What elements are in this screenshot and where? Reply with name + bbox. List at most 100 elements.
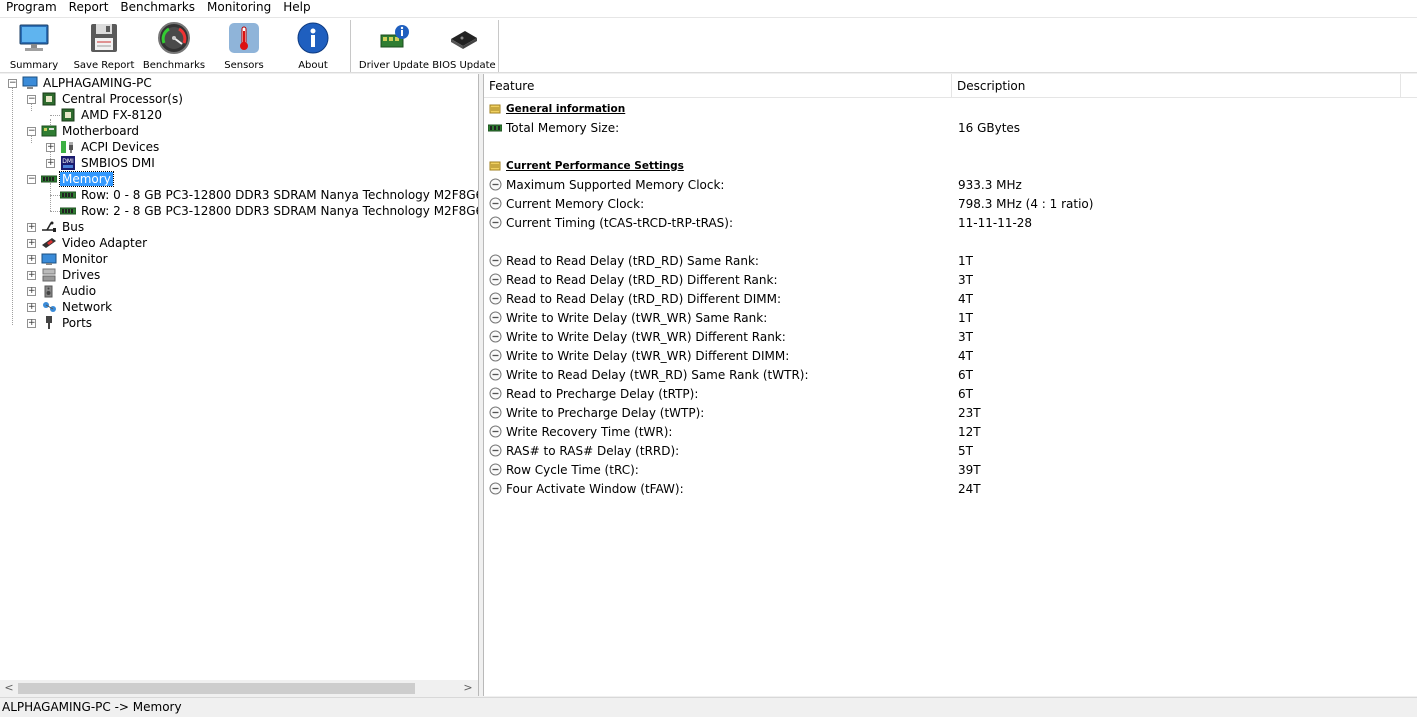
expand-toggle[interactable]: − [27,127,36,136]
list-item[interactable]: Read to Read Delay (tRD_RD) Different Ra… [484,270,1417,289]
tree-item-drives[interactable]: Drives [41,267,102,283]
monitor-icon [17,21,51,55]
summary-button[interactable]: Summary [8,21,60,73]
feature-label: RAS# to RAS# Delay (tRRD): [506,443,680,458]
description-cell: 4T [958,291,973,306]
feature-cell: Total Memory Size: [488,121,619,135]
list-item[interactable]: Write to Read Delay (tWR_RD) Same Rank (… [484,365,1417,384]
tree-item-acpi[interactable]: ACPI Devices [60,139,161,155]
menu-help[interactable]: Help [277,0,316,17]
expand-toggle[interactable]: + [27,223,36,232]
graphics-card-icon [41,236,57,250]
expand-toggle[interactable]: + [46,159,55,168]
column-header-description[interactable]: Description [952,74,1401,98]
list-item[interactable]: Write to Precharge Delay (tWTP): 23T [484,403,1417,422]
menu-program[interactable]: Program [0,0,63,17]
list-item[interactable]: RAS# to RAS# Delay (tRRD): 5T [484,441,1417,460]
feature-cell: Current Timing (tCAS-tRCD-tRP-tRAS): [488,216,733,230]
tree-item-root[interactable]: ALPHAGAMING-PC [22,75,154,91]
minus-circle-icon [488,178,502,192]
expand-toggle[interactable]: + [46,143,55,152]
description-cell: 1T [958,253,973,268]
list-section-header[interactable]: General information [484,99,1417,118]
driver-update-button[interactable]: Driver Update [359,21,429,73]
expand-toggle[interactable]: + [27,239,36,248]
feature-cell: Current Performance Settings [488,159,684,173]
list-item[interactable]: Write to Write Delay (tWR_WR) Different … [484,327,1417,346]
expand-toggle[interactable]: − [27,95,36,104]
tree-item-memory-row-2[interactable]: Row: 2 - 8 GB PC3-12800 DDR3 SDRAM Nanya… [60,203,478,219]
tree-item-memory-row-0[interactable]: Row: 0 - 8 GB PC3-12800 DDR3 SDRAM Nanya… [60,187,478,203]
list-item[interactable]: Read to Precharge Delay (tRTP): 6T [484,384,1417,403]
list-item[interactable]: Current Memory Clock: 798.3 MHz (4 : 1 ra… [484,194,1417,213]
list-item[interactable]: Maximum Supported Memory Clock: 933.3 MHz [484,175,1417,194]
list-item[interactable]: Total Memory Size: 16 GBytes [484,118,1417,137]
tree-item-video-adapter[interactable]: Video Adapter [41,235,149,251]
expand-toggle[interactable]: − [8,79,17,88]
tree-item-motherboard[interactable]: Motherboard [41,123,141,139]
expand-toggle[interactable]: + [27,303,36,312]
svg-text:DMI: DMI [62,158,74,165]
feature-label: Write Recovery Time (tWR): [506,424,673,439]
tree-item-bus[interactable]: Bus [41,219,86,235]
menu-report[interactable]: Report [63,0,115,17]
thermometer-icon [227,21,261,55]
minus-circle-icon [488,425,502,439]
sensors-button[interactable]: Sensors [216,21,272,73]
list-item[interactable]: Write to Write Delay (tWR_WR) Different … [484,346,1417,365]
horizontal-scrollbar[interactable]: < > [0,680,478,696]
list-section-header[interactable]: Current Performance Settings [484,156,1417,175]
scrollbar-thumb[interactable] [18,683,415,694]
list-item[interactable]: Read to Read Delay (tRD_RD) Different DI… [484,289,1417,308]
list-item[interactable]: Four Activate Window (tFAW): 24T [484,479,1417,498]
about-button[interactable]: About [288,21,338,73]
list-item[interactable]: Read to Read Delay (tRD_RD) Same Rank: 1T [484,251,1417,270]
minus-circle-icon [488,482,502,496]
cpu-chip-icon [41,92,57,106]
device-tree[interactable]: − ALPHAGAMING-PC − Central Processor(s) … [0,74,479,696]
scroll-right-icon[interactable]: > [461,681,475,695]
ram-module-icon [60,204,76,218]
minus-circle-icon [488,292,502,306]
port-plug-icon [41,316,57,330]
feature-cell: Current Memory Clock: [488,197,644,211]
feature-label: Write to Write Delay (tWR_WR) Different … [506,348,790,363]
list-item[interactable]: Write to Write Delay (tWR_WR) Same Rank:… [484,308,1417,327]
tree-item-memory[interactable]: Memory [41,171,114,187]
expand-toggle[interactable]: + [27,319,36,328]
tree-item-smbios[interactable]: DMI SMBIOS DMI [60,155,157,171]
menu-benchmarks[interactable]: Benchmarks [114,0,201,17]
dmi-icon: DMI [60,156,76,170]
feature-cell: Row Cycle Time (tRC): [488,463,639,477]
tree-item-audio[interactable]: Audio [41,283,98,299]
tree-item-cpu-model[interactable]: AMD FX-8120 [60,107,164,123]
feature-cell: RAS# to RAS# Delay (tRRD): [488,444,679,458]
usb-icon [41,220,57,234]
menu-monitoring[interactable]: Monitoring [201,0,277,17]
status-bar: ALPHAGAMING-PC -> Memory [0,697,1417,716]
description-cell: 6T [958,386,973,401]
expand-toggle[interactable]: + [27,287,36,296]
bios-update-button[interactable]: BIOS Update [432,21,496,73]
list-item[interactable]: Write Recovery Time (tWR): 12T [484,422,1417,441]
tree-item-cpu[interactable]: Central Processor(s) [41,91,185,107]
description-cell: 3T [958,272,973,287]
feature-label: Read to Precharge Delay (tRTP): [506,386,699,401]
chip-icon [447,21,481,55]
tree-item-monitor[interactable]: Monitor [41,251,110,267]
feature-label: Row Cycle Time (tRC): [506,462,639,477]
tree-item-network[interactable]: Network [41,299,114,315]
expand-toggle[interactable]: − [27,175,36,184]
tree-item-ports[interactable]: Ports [41,315,94,331]
expand-toggle[interactable]: + [27,271,36,280]
section-folder-icon [488,159,502,173]
benchmarks-button[interactable]: Benchmarks [143,21,205,73]
description-cell: 23T [958,405,981,420]
save-report-button[interactable]: Save Report [74,21,134,73]
column-header-feature[interactable]: Feature [484,74,952,98]
scroll-left-icon[interactable]: < [2,681,16,695]
expand-toggle[interactable]: + [27,255,36,264]
list-item[interactable]: Current Timing (tCAS-tRCD-tRP-tRAS): 11-1… [484,213,1417,232]
list-item[interactable]: Row Cycle Time (tRC): 39T [484,460,1417,479]
